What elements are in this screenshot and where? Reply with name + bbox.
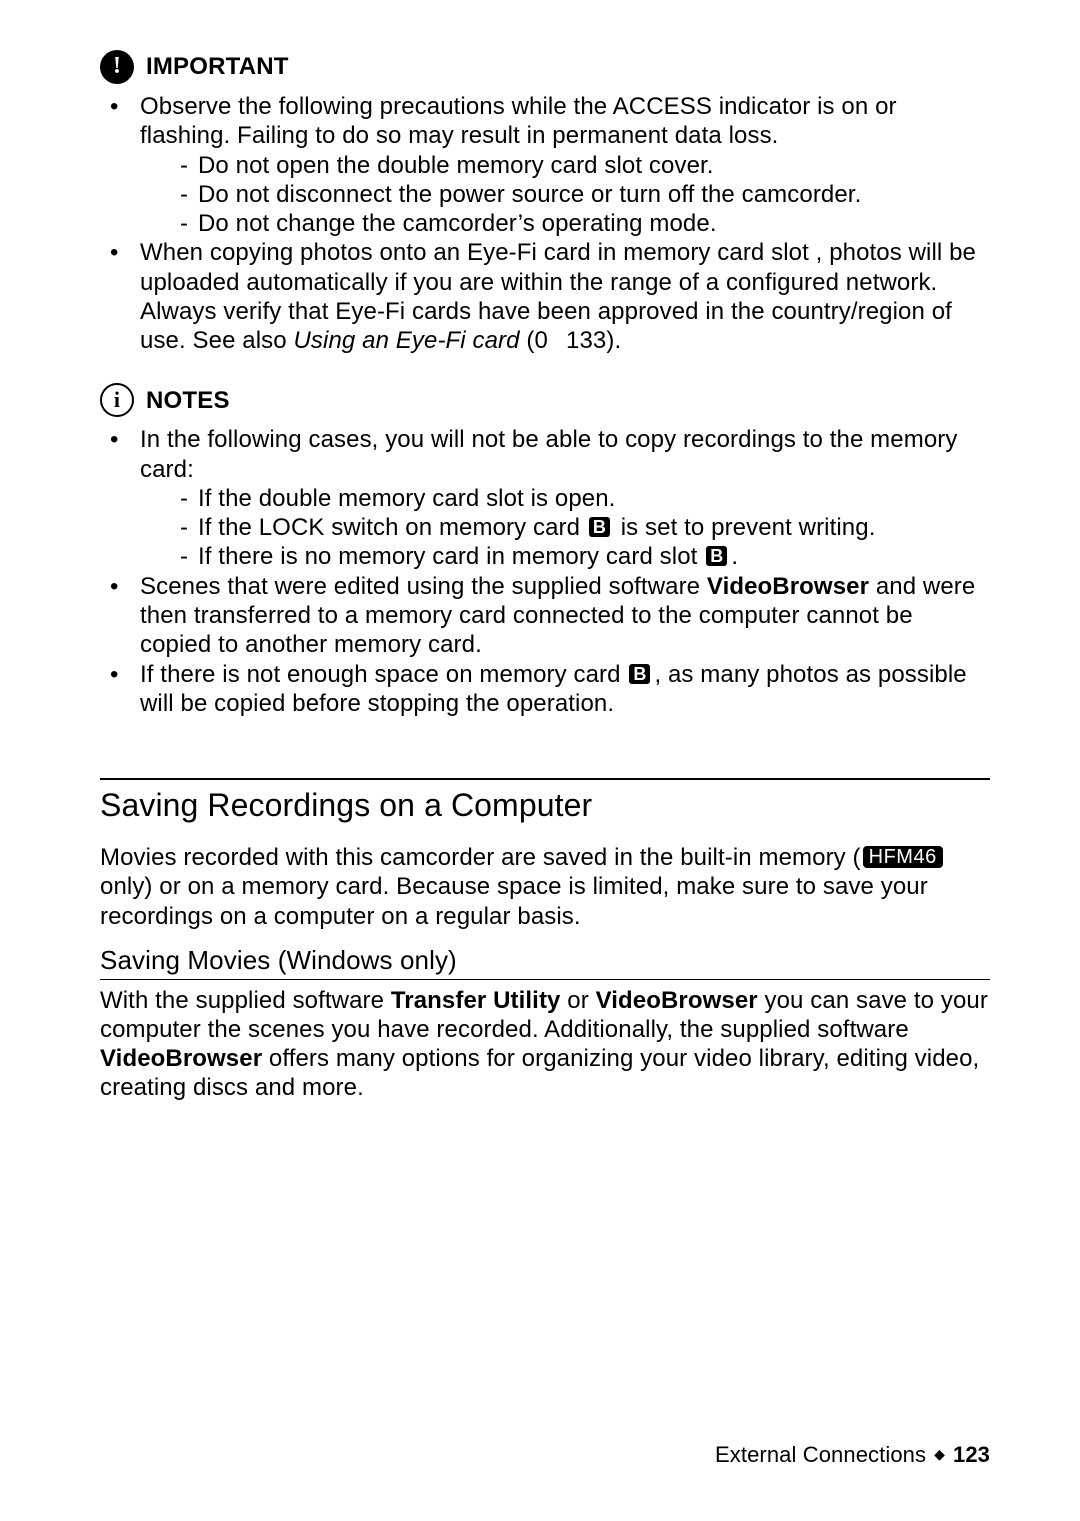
section-body: With the supplied software Transfer Util… (100, 986, 990, 1103)
notes-icon: i (100, 383, 134, 417)
important-bullet-1: Observe the following precautions while … (100, 92, 990, 238)
notes-subline: If there is no memory card in memory car… (140, 542, 990, 571)
bold-videobrowser: VideoBrowser (100, 1045, 262, 1072)
body-mid1: or (561, 987, 596, 1014)
subline-post: . (731, 543, 738, 570)
important-subline: Do not open the double memory card slot … (140, 151, 990, 180)
bold-transfer-utility: Transfer Utility (391, 987, 561, 1014)
notes-subline: If the double memory card slot is open. (140, 484, 990, 513)
page-footer: External Connections ◆ 123 (715, 1442, 990, 1469)
section-intro: Movies recorded with this camcorder are … (100, 843, 990, 931)
notes-subline: If the LOCK switch on memory card B is s… (140, 513, 990, 542)
subline-post: is set to prevent writing. (614, 514, 875, 541)
manual-ref-icon: 0 (534, 326, 552, 355)
card-b-badge: B (629, 664, 650, 684)
important-icon: ! (100, 50, 134, 84)
model-badge: HFM46 (863, 846, 943, 868)
bullet-text-pre: When copying photos onto an Eye-Fi card … (140, 239, 816, 266)
notes-bullet-2: Scenes that were edited using the suppli… (100, 572, 990, 660)
important-list: Observe the following precautions while … (100, 92, 990, 355)
footer-page-number: 123 (953, 1442, 990, 1469)
bullet-text: Observe the following precautions while … (140, 93, 897, 149)
important-subline: Do not change the camcorder’s operating … (140, 209, 990, 238)
subheading-rule (100, 979, 990, 980)
footer-diamond-icon: ◆ (934, 1446, 945, 1463)
section-divider (100, 778, 990, 780)
notes-bullet-3: If there is not enough space on memory c… (100, 660, 990, 719)
bold-videobrowser: VideoBrowser (707, 573, 869, 600)
important-header: ! IMPORTANT (100, 50, 990, 84)
ref-close: ). (606, 327, 621, 354)
eye-fi-ref: Using an Eye-Fi card (294, 327, 520, 354)
notes-header: i NOTES (100, 383, 990, 417)
important-bullet-2: When copying photos onto an Eye-Fi card … (100, 238, 990, 355)
bold-videobrowser: VideoBrowser (596, 987, 758, 1014)
footer-chapter: External Connections (715, 1442, 926, 1469)
subline-pre: If there is no memory card in memory car… (198, 543, 704, 570)
ref-page: 133 (566, 327, 606, 354)
notes-bullet-1: In the following cases, you will not be … (100, 425, 990, 571)
intro-pre: Movies recorded with this camcorder are … (100, 844, 861, 871)
ref-open: ( (520, 327, 535, 354)
bullet-text: In the following cases, you will not be … (140, 426, 957, 482)
bullet-pre: If there is not enough space on memory c… (140, 661, 627, 688)
card-b-badge: B (706, 546, 727, 566)
section-title: Saving Recordings on a Computer (100, 786, 990, 825)
bullet-pre: Scenes that were edited using the suppli… (140, 573, 707, 600)
manual-page: ! IMPORTANT Observe the following precau… (0, 0, 1080, 1521)
card-b-badge: B (589, 517, 610, 537)
notes-list: In the following cases, you will not be … (100, 425, 990, 718)
body-pre: With the supplied software (100, 987, 391, 1014)
important-subline: Do not disconnect the power source or tu… (140, 180, 990, 209)
intro-post: only) or on a memory card. Because space… (100, 873, 928, 929)
important-label: IMPORTANT (146, 52, 289, 81)
notes-label: NOTES (146, 386, 230, 415)
subline-pre: If the LOCK switch on memory card (198, 514, 587, 541)
subheading-saving-movies: Saving Movies (Windows only) (100, 945, 990, 977)
